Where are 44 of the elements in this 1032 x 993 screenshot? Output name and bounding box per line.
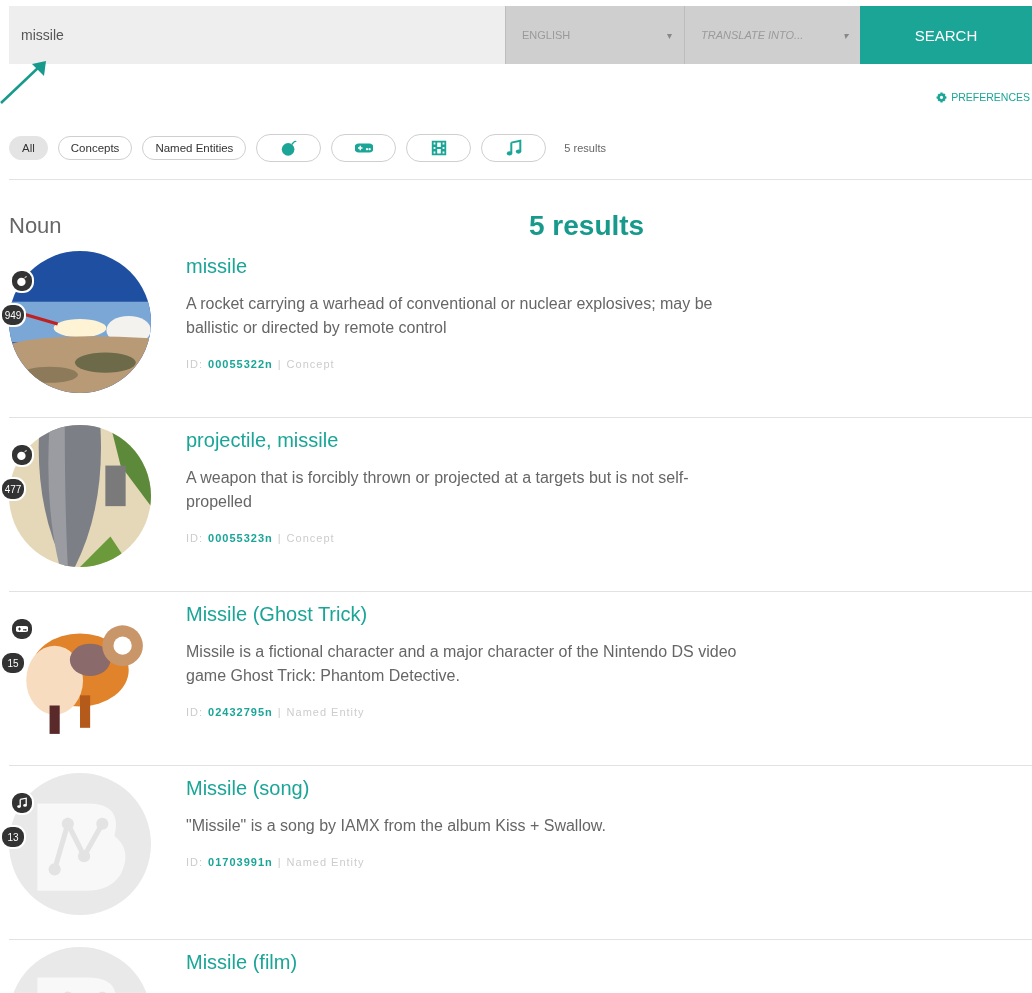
bomb-icon [279,139,298,157]
filter-chip[interactable]: All [9,136,48,160]
result-title[interactable]: projectile, missile [186,429,746,452]
filter-chip[interactable] [256,134,322,162]
filter-chip[interactable] [331,134,397,162]
result-description: Missile is a fictional character and a major character of the Nintendo DS video game Ghost Trick: Phantom Detective. [186,642,738,686]
result-description: A weapon that is forcibly thrown or projected at a targets but is not self-propelled [186,468,690,512]
result-title[interactable]: Missile (film) [186,951,298,974]
preferences-link[interactable]: PREFERENCES [936,90,1030,104]
synset-id: 00055322n [208,358,273,370]
separator: | [277,358,282,370]
filter-chip[interactable] [481,134,547,162]
annotation-label: 5 results [529,210,645,242]
search-field[interactable]: missile [9,6,505,64]
search-button[interactable]: SEARCH [860,6,1032,64]
result-title[interactable]: Missile (song) [186,777,746,800]
synset-id: 02432795n [208,706,273,718]
music-note-icon [16,797,28,809]
synset-id: 01703991n [208,856,273,868]
settings-icon [936,91,948,103]
film-icon [429,139,448,157]
section-heading: Noun [9,213,63,239]
result-title[interactable]: missile [186,255,746,278]
result-count: 5 results [564,142,606,154]
synset-id: 00055323n [208,532,273,544]
filter-chip[interactable]: Concepts [57,136,133,160]
filter-chip[interactable] [406,134,472,162]
count-badge: 13 [0,825,26,849]
bomb-icon [16,275,28,287]
count-badge: 15 [0,651,26,675]
separator: | [277,532,282,544]
gamepad-icon [16,623,28,635]
bomb-icon [16,449,28,461]
music-note-icon [504,139,523,157]
caret-icon: ▾ [843,29,848,41]
result-title[interactable]: Missile (Ghost Trick) [186,603,746,626]
result-description: A rocket carrying a warhead of conventional or nuclear explosives; may be ballistic or directed by remote control [186,294,714,338]
separator: | [277,706,282,718]
count-badge: 477 [0,477,26,501]
result-description: "Missile" is a song by IAMX from the album Kiss + Swallow. [186,816,607,836]
separator: | [277,856,282,868]
count-badge: 949 [0,303,26,327]
caret-icon: ▾ [667,29,672,41]
filter-chip[interactable]: Named Entities [142,136,247,160]
